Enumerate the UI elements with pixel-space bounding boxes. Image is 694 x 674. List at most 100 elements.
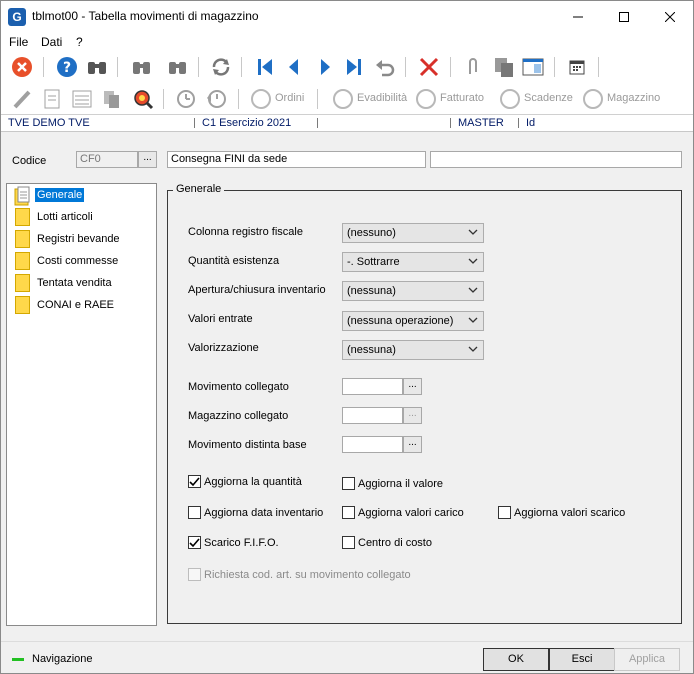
refresh-tool-button[interactable] [209, 55, 233, 79]
quantita-select[interactable]: -. Sottrarre [342, 252, 484, 272]
description-field[interactable]: Consegna FINI da sede [167, 151, 426, 168]
mag-coll-lookup-button[interactable]: ... [403, 407, 422, 424]
ordini-button[interactable]: Ordini [275, 92, 304, 104]
esci-button[interactable]: Esci [549, 648, 615, 671]
tree-item-lotti[interactable]: Lotti articoli [13, 208, 153, 228]
tree-item-generale[interactable]: Generale [13, 186, 153, 206]
last-record-button[interactable] [342, 55, 366, 79]
delete-button[interactable] [417, 55, 441, 79]
undo-button[interactable] [373, 55, 397, 79]
codice-lookup-button[interactable]: ... [138, 151, 157, 168]
ordini-icon [251, 89, 271, 109]
cancel-tool-button[interactable] [10, 55, 34, 79]
duplicate-icon [104, 91, 119, 108]
magazzino-button[interactable]: Magazzino [607, 92, 660, 104]
inspect-button[interactable] [131, 87, 155, 111]
search-next-tool-button[interactable] [165, 55, 189, 79]
document-icon [44, 89, 60, 109]
pencil-icon [13, 90, 31, 109]
menu-help[interactable]: ? [76, 35, 83, 49]
attachment-button[interactable] [461, 55, 485, 79]
tree-label-tentata: Tentata vendita [37, 277, 112, 289]
close-icon [665, 11, 675, 22]
aggiorna-data-checkbox[interactable] [188, 506, 201, 519]
minimize-button[interactable] [555, 1, 601, 32]
aggiorna-carico-label: Aggiorna valori carico [358, 507, 464, 519]
next-record-icon [321, 59, 330, 75]
undo-icon [376, 60, 395, 77]
colonna-select[interactable]: (nessuno) [342, 223, 484, 243]
aggiorna-quantita-checkbox[interactable] [188, 475, 201, 488]
applica-button[interactable]: Applica [614, 648, 680, 671]
valorizzazione-select[interactable]: (nessuna) [342, 340, 484, 360]
folder-icon [15, 252, 30, 270]
tree-item-tentata[interactable]: Tentata vendita [13, 274, 153, 294]
maximize-button[interactable] [601, 1, 647, 32]
history-icon [177, 90, 195, 108]
footer-divider [1, 641, 693, 642]
evadibilita-icon [333, 89, 353, 109]
history-button[interactable] [174, 87, 198, 111]
search-tool-button[interactable] [85, 55, 109, 79]
richiesta-cod-checkbox[interactable] [188, 568, 201, 581]
scadenze-icon [500, 89, 520, 109]
window: G tblmot00 - Tabella movimenti di magazz… [0, 0, 694, 674]
tree-item-conai[interactable]: CONAI e RAEE [13, 296, 153, 316]
aggiorna-scarico-checkbox[interactable] [498, 506, 511, 519]
document-button[interactable] [40, 87, 64, 111]
evadibilita-button[interactable]: Evadibilità [357, 92, 407, 104]
svg-text:?: ? [63, 60, 71, 76]
history-back-button[interactable] [204, 87, 228, 111]
apertura-select[interactable]: (nessuna) [342, 281, 484, 301]
centro-costo-checkbox[interactable] [342, 536, 355, 549]
mov-dist-lookup-button[interactable]: ... [403, 436, 422, 453]
mag-coll-field[interactable] [342, 407, 403, 424]
codice-field[interactable]: CF0 [76, 151, 138, 168]
list-button[interactable] [70, 87, 94, 111]
copy-button[interactable] [492, 55, 516, 79]
view-button[interactable] [521, 55, 545, 79]
aggiorna-carico-checkbox[interactable] [342, 506, 355, 519]
calendar-icon [569, 60, 585, 75]
fatturato-button[interactable]: Fatturato [440, 92, 484, 104]
folder-icon [15, 296, 30, 314]
menu-dati[interactable]: Dati [41, 35, 62, 49]
scadenze-button[interactable]: Scadenze [524, 92, 573, 104]
calendar-button[interactable] [565, 55, 589, 79]
apertura-label: Apertura/chiusura inventario [188, 284, 326, 296]
aggiorna-valore-checkbox[interactable] [342, 477, 355, 490]
previous-record-button[interactable] [282, 55, 306, 79]
chevron-down-icon [468, 287, 478, 293]
scarico-fifo-label: Scarico F.I.F.O. [204, 537, 279, 549]
valorizzazione-label: Valorizzazione [188, 342, 259, 354]
mov-coll-lookup-button[interactable]: ... [403, 378, 422, 395]
tree-label-costi: Costi commesse [37, 255, 119, 267]
ok-button[interactable]: OK [483, 648, 549, 671]
valori-label: Valori entrate [188, 313, 253, 325]
mov-dist-field[interactable] [342, 436, 403, 453]
history-back-icon [207, 90, 226, 108]
first-record-button[interactable] [253, 55, 277, 79]
menu-file[interactable]: File [9, 35, 28, 49]
extra-field[interactable] [430, 151, 682, 168]
tree-item-costi[interactable]: Costi commesse [13, 252, 153, 272]
edit-button[interactable] [10, 87, 34, 111]
help-tool-button[interactable]: ? [55, 55, 79, 79]
paperclip-icon [469, 58, 477, 74]
scarico-fifo-checkbox[interactable] [188, 536, 201, 549]
colonna-label: Colonna registro fiscale [188, 226, 303, 238]
quantita-label: Quantità esistenza [188, 255, 280, 267]
chevron-down-icon [468, 346, 478, 352]
search-prev-tool-button[interactable] [129, 55, 153, 79]
mov-coll-field[interactable] [342, 378, 403, 395]
next-record-button[interactable] [313, 55, 337, 79]
close-button[interactable] [647, 1, 693, 32]
tree-item-registri[interactable]: Registri bevande [13, 230, 153, 250]
navigation-label: Navigazione [32, 653, 93, 665]
colonna-value: (nessuno) [347, 227, 396, 239]
duplicate-button[interactable] [100, 87, 124, 111]
window-title: tblmot00 - Tabella movimenti di magazzin… [32, 9, 259, 23]
first-record-icon [258, 59, 272, 75]
chevron-down-icon [468, 258, 478, 264]
valori-select[interactable]: (nessuna operazione) [342, 311, 484, 331]
